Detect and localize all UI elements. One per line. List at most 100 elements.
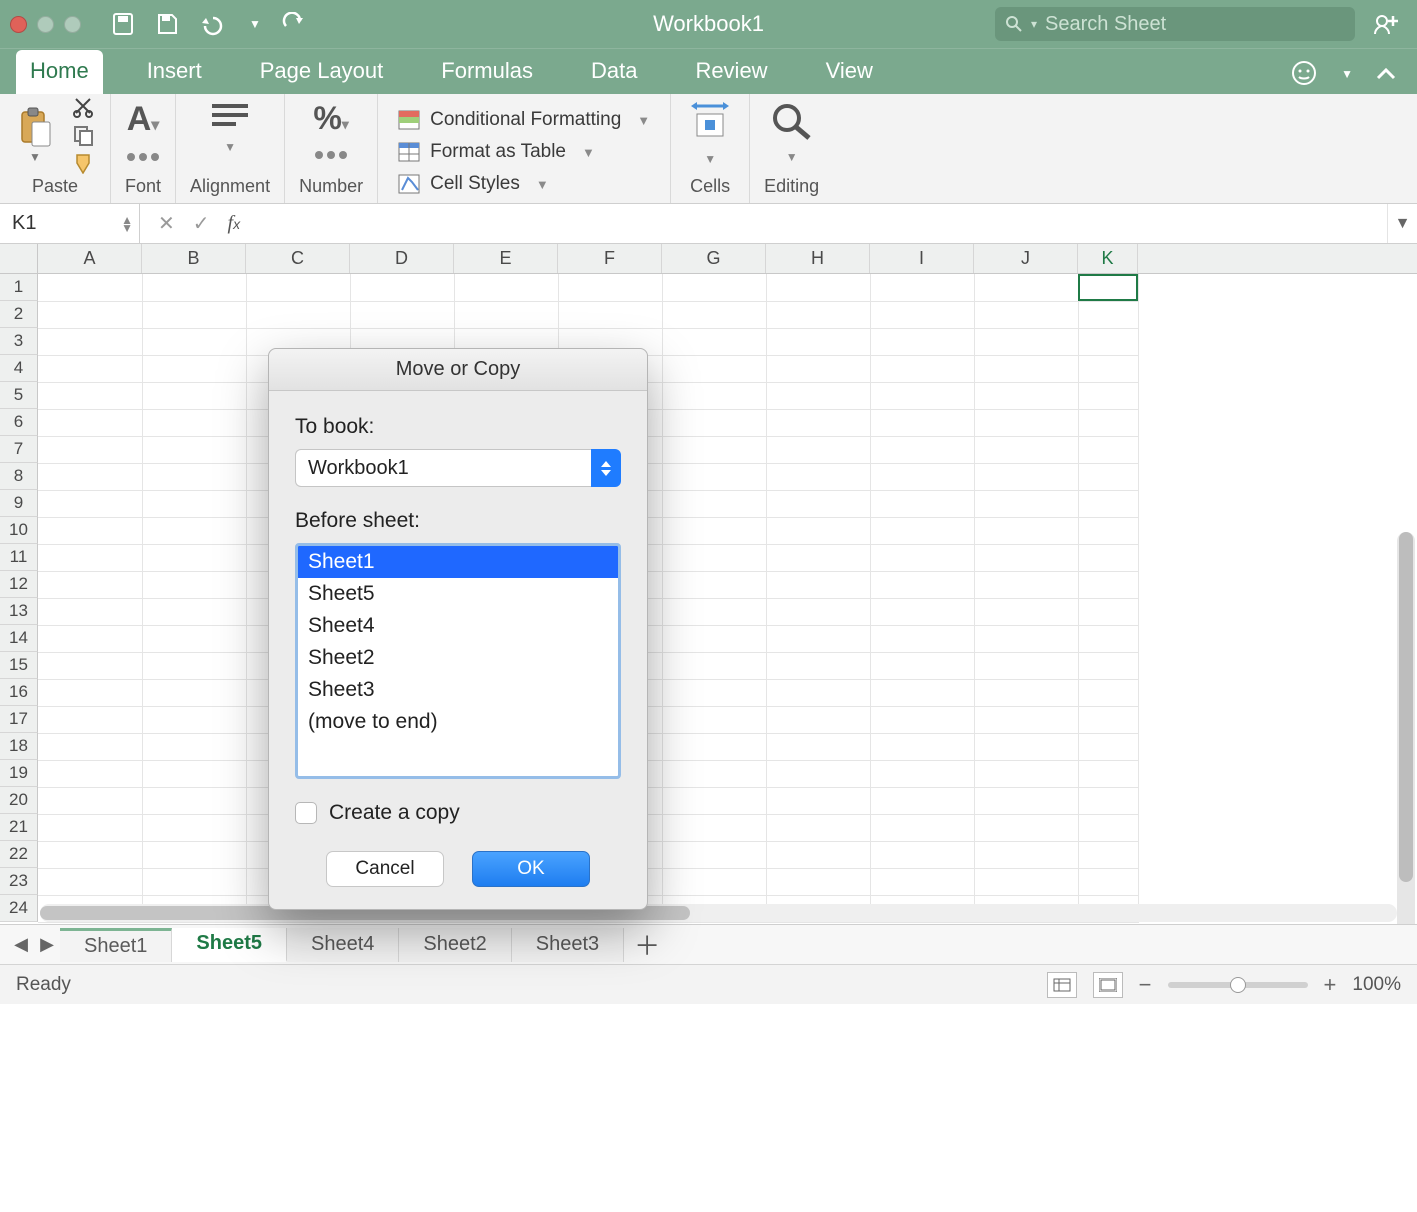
copy-icon[interactable] xyxy=(72,124,96,146)
cell[interactable] xyxy=(870,301,974,328)
cell[interactable] xyxy=(142,625,246,652)
cell[interactable] xyxy=(1078,328,1138,355)
ribbon-tab-page-layout[interactable]: Page Layout xyxy=(246,50,398,94)
cell[interactable] xyxy=(38,598,142,625)
cell[interactable] xyxy=(766,706,870,733)
row-header[interactable]: 4 xyxy=(0,355,38,382)
row-header[interactable]: 6 xyxy=(0,409,38,436)
cell[interactable] xyxy=(38,733,142,760)
minimize-window-icon[interactable] xyxy=(37,16,54,33)
enter-formula-icon[interactable]: ✓ xyxy=(193,211,210,236)
format-painter-icon[interactable] xyxy=(72,152,96,174)
row-header[interactable]: 11 xyxy=(0,544,38,571)
conditional-formatting-button[interactable]: Conditional Formatting▼ xyxy=(392,107,656,133)
cell[interactable] xyxy=(38,868,142,895)
cell[interactable] xyxy=(974,328,1078,355)
row-header[interactable]: 3 xyxy=(0,328,38,355)
cell[interactable] xyxy=(870,787,974,814)
cell[interactable] xyxy=(38,409,142,436)
cell[interactable] xyxy=(142,517,246,544)
cell[interactable] xyxy=(870,463,974,490)
cell[interactable] xyxy=(870,625,974,652)
cell[interactable] xyxy=(974,814,1078,841)
cell[interactable] xyxy=(766,652,870,679)
column-header[interactable]: B xyxy=(142,244,246,273)
cell[interactable] xyxy=(350,301,454,328)
cell[interactable] xyxy=(1078,787,1138,814)
cell[interactable] xyxy=(662,652,766,679)
cell[interactable] xyxy=(870,706,974,733)
row-header[interactable]: 20 xyxy=(0,787,38,814)
share-icon[interactable] xyxy=(1373,12,1401,36)
name-box-stepper[interactable]: ▲▼ xyxy=(121,216,133,232)
cell[interactable] xyxy=(38,814,142,841)
cell[interactable] xyxy=(1078,679,1138,706)
cancel-button[interactable]: Cancel xyxy=(326,851,444,887)
row-header[interactable]: 5 xyxy=(0,382,38,409)
cell[interactable] xyxy=(974,355,1078,382)
zoom-slider-knob[interactable] xyxy=(1230,977,1246,993)
row-header[interactable]: 12 xyxy=(0,571,38,598)
autosave-icon[interactable] xyxy=(111,12,135,36)
cell[interactable] xyxy=(870,544,974,571)
cell[interactable] xyxy=(142,787,246,814)
column-header[interactable]: E xyxy=(454,244,558,273)
cell[interactable] xyxy=(662,355,766,382)
cell[interactable] xyxy=(766,787,870,814)
cell[interactable] xyxy=(558,301,662,328)
ribbon-tab-formulas[interactable]: Formulas xyxy=(427,50,547,94)
zoom-in-button[interactable]: + xyxy=(1324,972,1337,998)
cell[interactable] xyxy=(38,355,142,382)
cell[interactable] xyxy=(766,625,870,652)
column-header[interactable]: J xyxy=(974,244,1078,273)
cell[interactable] xyxy=(38,274,142,301)
cell[interactable] xyxy=(1078,571,1138,598)
cell[interactable] xyxy=(1078,625,1138,652)
cell[interactable] xyxy=(870,382,974,409)
row-header[interactable]: 19 xyxy=(0,760,38,787)
cell[interactable] xyxy=(974,463,1078,490)
cell[interactable] xyxy=(142,652,246,679)
create-copy-checkbox[interactable] xyxy=(295,802,317,824)
fx-icon[interactable]: fx xyxy=(228,212,241,235)
alignment-icon[interactable] xyxy=(206,100,254,130)
cell[interactable] xyxy=(870,436,974,463)
cell[interactable] xyxy=(142,733,246,760)
cell[interactable] xyxy=(766,760,870,787)
cell[interactable] xyxy=(662,841,766,868)
cell[interactable] xyxy=(662,787,766,814)
normal-view-button[interactable] xyxy=(1047,972,1077,998)
cell[interactable] xyxy=(662,463,766,490)
cell[interactable] xyxy=(974,490,1078,517)
row-header[interactable]: 18 xyxy=(0,733,38,760)
sheet-tab-sheet1[interactable]: Sheet1 xyxy=(60,928,172,962)
cell[interactable] xyxy=(974,733,1078,760)
cell[interactable] xyxy=(766,409,870,436)
cell[interactable] xyxy=(870,760,974,787)
cell[interactable] xyxy=(870,517,974,544)
cell[interactable] xyxy=(662,733,766,760)
undo-dropdown-icon[interactable]: ▼ xyxy=(249,17,261,31)
close-window-icon[interactable] xyxy=(10,16,27,33)
cell[interactable] xyxy=(662,868,766,895)
cell[interactable] xyxy=(662,409,766,436)
cell[interactable] xyxy=(870,814,974,841)
cell[interactable] xyxy=(662,436,766,463)
row-header[interactable]: 21 xyxy=(0,814,38,841)
cell[interactable] xyxy=(142,355,246,382)
cell[interactable] xyxy=(38,517,142,544)
cell[interactable] xyxy=(870,598,974,625)
cell[interactable] xyxy=(1078,733,1138,760)
cell[interactable] xyxy=(142,382,246,409)
sheet-nav-prev-icon[interactable]: ◀ xyxy=(8,932,34,958)
cell[interactable] xyxy=(662,571,766,598)
cell[interactable] xyxy=(1078,544,1138,571)
ribbon-tab-review[interactable]: Review xyxy=(681,50,781,94)
cell[interactable] xyxy=(142,274,246,301)
before-sheet-option[interactable]: Sheet4 xyxy=(298,610,618,642)
cell[interactable] xyxy=(142,463,246,490)
sheet-nav-next-icon[interactable]: ▶ xyxy=(34,932,60,958)
cell[interactable] xyxy=(38,571,142,598)
cell[interactable] xyxy=(766,733,870,760)
before-sheet-listbox[interactable]: Sheet1Sheet5Sheet4Sheet2Sheet3(move to e… xyxy=(295,543,621,779)
